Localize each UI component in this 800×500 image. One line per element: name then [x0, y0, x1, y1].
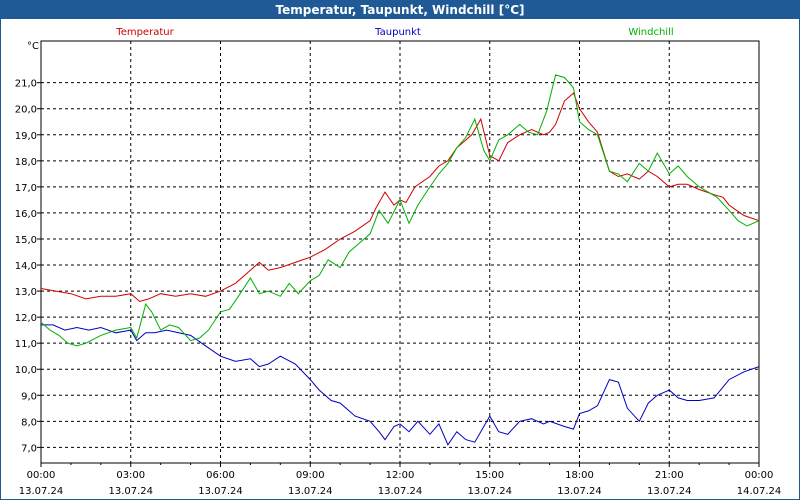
- y-tick-label: 15,0: [15, 235, 37, 246]
- x-tick-date: 13.07.24: [467, 486, 512, 497]
- x-tick-time: 06:00: [206, 470, 235, 481]
- x-tick-date: 14.07.24: [737, 486, 782, 497]
- legend: Temperatur Taupunkt Windchill: [115, 27, 673, 38]
- x-tick-time: 12:00: [386, 470, 415, 481]
- grid: [40, 40, 760, 464]
- x-tick-date: 13.07.24: [288, 486, 333, 497]
- y-tick-label: 19,0: [15, 131, 37, 142]
- y-tick-label: 10,0: [15, 365, 37, 376]
- x-tick-date: 13.07.24: [557, 486, 602, 497]
- y-tick-label: 13,0: [15, 287, 37, 298]
- y-tick-label: 21,0: [15, 79, 37, 90]
- x-tick-date: 13.07.24: [198, 486, 243, 497]
- y-axis: 7,0 8,0 9,0 10,0 11,0 12,0 13,0 14,0 15,0 16,0 17,…: [15, 79, 41, 454]
- x-tick-time: 21:00: [655, 470, 684, 481]
- x-tick-time: 00:00: [745, 470, 774, 481]
- y-tick-label: 9,0: [21, 391, 37, 402]
- y-tick-label: 7,0: [21, 443, 37, 454]
- y-tick-label: 17,0: [15, 183, 37, 194]
- x-tick-time: 18:00: [565, 470, 594, 481]
- x-axis: 00:00 13.07.24 03:00 13.07.24 06:00 13.07.24 0…: [19, 463, 782, 497]
- legend-item-windchill: Windchill: [628, 27, 673, 38]
- x-tick-date: 13.07.24: [19, 486, 64, 497]
- y-tick-label: 14,0: [15, 261, 37, 272]
- y-tick-label: 11,0: [15, 339, 37, 350]
- y-tick-label: 16,0: [15, 209, 37, 220]
- y-tick-label: 12,0: [15, 313, 37, 324]
- y-tick-label: 20,0: [15, 105, 37, 116]
- x-tick-time: 03:00: [116, 470, 145, 481]
- x-tick-date: 13.07.24: [378, 486, 423, 497]
- x-tick-time: 00:00: [27, 470, 56, 481]
- x-tick-date: 13.07.24: [647, 486, 692, 497]
- x-tick-time: 15:00: [475, 470, 504, 481]
- y-tick-label: 8,0: [21, 417, 37, 428]
- legend-item-temperatur: Temperatur: [115, 27, 174, 38]
- y-axis-label: °C: [27, 41, 39, 52]
- chart-window: Temperatur, Taupunkt, Windchill [°C] 7,0…: [0, 0, 800, 500]
- chart-canvas: 7,0 8,0 9,0 10,0 11,0 12,0 13,0 14,0 15,0 16,0 17,…: [15, 27, 782, 497]
- x-tick-time: 09:00: [296, 470, 325, 481]
- legend-item-taupunkt: Taupunkt: [374, 27, 421, 38]
- x-tick-date: 13.07.24: [108, 486, 153, 497]
- y-tick-label: 18,0: [15, 157, 37, 168]
